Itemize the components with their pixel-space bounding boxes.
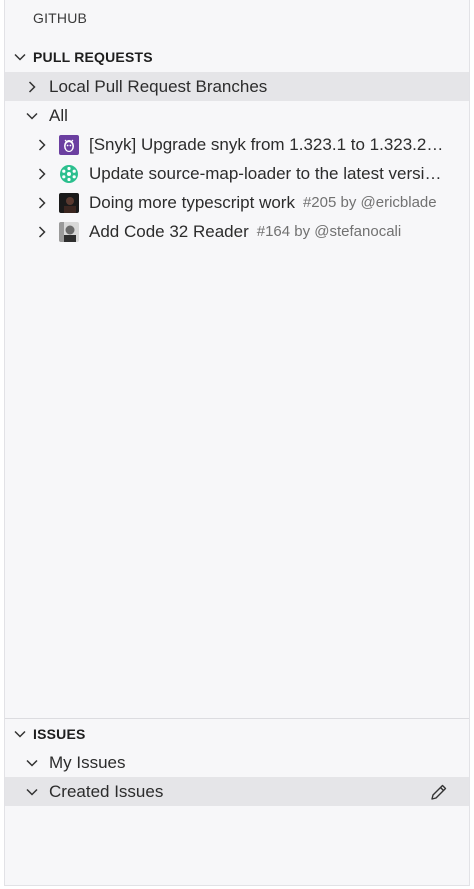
pr-item-code-32-reader[interactable]: Add Code 32 Reader #164 by @stefanocali — [5, 217, 469, 246]
chevron-right-icon — [35, 167, 49, 181]
panel-title: GITHUB — [33, 10, 88, 26]
user-avatar-icon — [59, 192, 79, 213]
pr-title: Update source-map-loader to the latest v… — [89, 163, 442, 183]
issues-section-header[interactable]: ISSUES — [5, 719, 469, 748]
my-issues-label: My Issues — [49, 752, 126, 772]
user-avatar-icon — [59, 221, 79, 242]
pull-requests-section-header[interactable]: PULL REQUESTS — [5, 42, 469, 71]
local-pr-branches-label: Local Pull Request Branches — [49, 76, 268, 96]
issues-header-label: ISSUES — [33, 725, 86, 742]
pr-title: [Snyk] Upgrade snyk from 1.323.1 to 1.32… — [89, 134, 444, 154]
tree-item-created-issues[interactable]: Created Issues — [5, 777, 469, 806]
chevron-down-icon — [13, 50, 27, 64]
pr-meta: #205 by @ericblade — [302, 194, 437, 211]
pull-requests-header-label: PULL REQUESTS — [33, 48, 153, 65]
pr-title: Add Code 32 Reader — [89, 221, 249, 241]
pr-item-typescript-work[interactable]: Doing more typescript work #205 by @eric… — [5, 188, 469, 217]
chevron-right-icon — [35, 225, 49, 239]
edit-pencil-icon[interactable] — [429, 782, 449, 802]
bot-avatar-icon — [59, 163, 79, 184]
tree-item-my-issues[interactable]: My Issues — [5, 748, 469, 777]
chevron-right-icon — [35, 196, 49, 210]
chevron-right-icon — [35, 138, 49, 152]
created-issues-label: Created Issues — [49, 781, 164, 801]
chevron-down-icon — [25, 785, 39, 799]
all-label: All — [49, 105, 68, 125]
tree-item-local-pr-branches[interactable]: Local Pull Request Branches — [5, 72, 469, 101]
chevron-down-icon — [13, 727, 27, 741]
pr-item-snyk-upgrade[interactable]: [Snyk] Upgrade snyk from 1.323.1 to 1.32… — [5, 130, 469, 159]
pr-meta: #164 by @stefanocali — [256, 223, 402, 240]
tree-item-all[interactable]: All — [5, 101, 469, 130]
pr-item-source-map-loader[interactable]: Update source-map-loader to the latest v… — [5, 159, 469, 188]
snyk-avatar-icon — [59, 134, 79, 155]
github-panel: GITHUB PULL REQUESTS Local Pull Request … — [4, 0, 470, 886]
pr-title: Doing more typescript work — [89, 192, 295, 212]
chevron-down-icon — [25, 109, 39, 123]
chevron-down-icon — [25, 756, 39, 770]
chevron-right-icon — [25, 80, 39, 94]
